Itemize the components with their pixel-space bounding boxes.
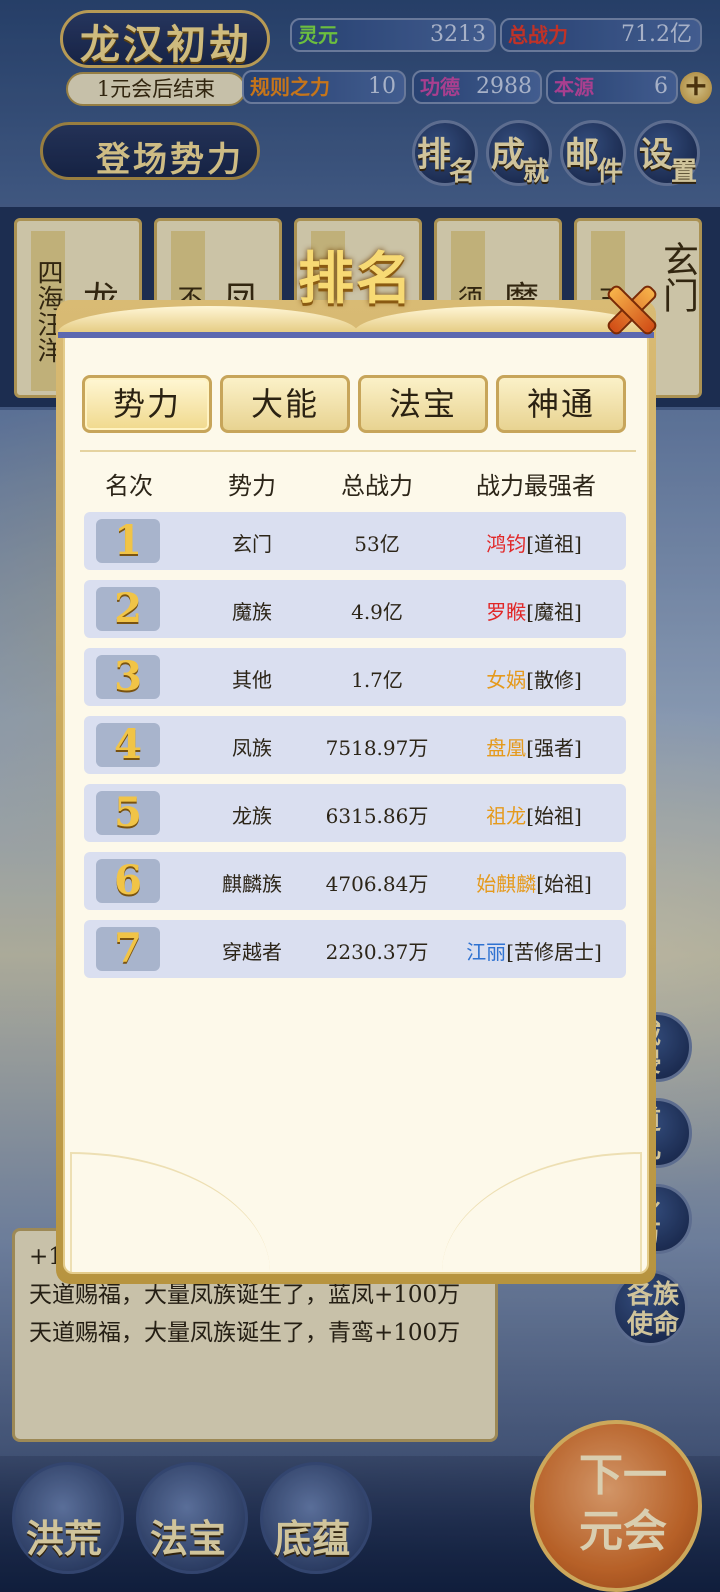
tab-faction[interactable]: 势力 bbox=[82, 375, 212, 433]
faction-power: 6315.86万 bbox=[325, 804, 429, 828]
strongest-name: 盘凰 bbox=[486, 736, 527, 760]
table-row[interactable]: 5 龙族 6315.86万 祖龙[始祖] bbox=[84, 784, 626, 842]
column-header-faction: 势力 bbox=[228, 472, 276, 500]
table-row[interactable]: 1 玄门 53亿 鸿钧[道祖] bbox=[84, 512, 626, 570]
strongest-title: [魔祖] bbox=[526, 600, 582, 624]
table-row[interactable]: 6 麒麟族 4706.84万 始麒麟[始祖] bbox=[84, 852, 626, 910]
faction-power: 53亿 bbox=[354, 532, 400, 556]
strongest-name: 江丽 bbox=[466, 940, 507, 964]
strongest-title: [始祖] bbox=[536, 872, 592, 896]
table-row[interactable]: 7 穿越者 2230.37万 江丽[苦修居士] bbox=[84, 920, 626, 978]
table-row[interactable]: 4 凤族 7518.97万 盘凰[强者] bbox=[84, 716, 626, 774]
column-header-rank: 名次 bbox=[105, 472, 153, 500]
tab-supernatural[interactable]: 神通 bbox=[496, 375, 626, 433]
strongest-name: 祖龙 bbox=[486, 804, 527, 828]
faction-name: 玄门 bbox=[232, 532, 272, 556]
column-header-strongest: 战力最强者 bbox=[476, 472, 596, 500]
rank-number: 4 bbox=[96, 723, 160, 767]
strongest-name: 罗睺 bbox=[486, 600, 527, 624]
strongest-title: [强者] bbox=[526, 736, 582, 760]
strongest-title: [道祖] bbox=[526, 532, 582, 556]
scroll-bottom-deco bbox=[70, 1112, 642, 1272]
strongest-title: [苦修居士] bbox=[506, 940, 602, 964]
strongest-member: 女娲[散修] bbox=[444, 664, 624, 693]
rank-number: 1 bbox=[96, 519, 160, 563]
tabs-divider bbox=[80, 450, 636, 452]
strongest-member: 盘凰[强者] bbox=[444, 732, 624, 761]
strongest-member: 江丽[苦修居士] bbox=[444, 936, 624, 965]
strongest-title: [散修] bbox=[526, 668, 582, 692]
strongest-name: 始麒麟 bbox=[476, 872, 537, 896]
rank-number: 3 bbox=[96, 655, 160, 699]
ranking-title: 排名 bbox=[298, 246, 414, 312]
faction-power: 4706.84万 bbox=[325, 872, 429, 896]
faction-name: 魔族 bbox=[232, 600, 272, 624]
faction-name: 凤族 bbox=[232, 736, 272, 760]
table-row[interactable]: 3 其他 1.7亿 女娲[散修] bbox=[84, 648, 626, 706]
strongest-member: 始麒麟[始祖] bbox=[444, 868, 624, 897]
faction-power: 4.9亿 bbox=[351, 600, 403, 624]
tab-treasure[interactable]: 法宝 bbox=[358, 375, 488, 433]
table-row[interactable]: 2 魔族 4.9亿 罗睺[魔祖] bbox=[84, 580, 626, 638]
strongest-member: 鸿钧[道祖] bbox=[444, 528, 624, 557]
faction-name: 穿越者 bbox=[222, 940, 282, 964]
rank-number: 7 bbox=[96, 927, 160, 971]
rank-number: 2 bbox=[96, 587, 160, 631]
rank-number: 5 bbox=[96, 791, 160, 835]
deco-curve-left bbox=[70, 1152, 270, 1272]
faction-name: 麒麟族 bbox=[222, 872, 282, 896]
strongest-member: 祖龙[始祖] bbox=[444, 800, 624, 829]
strongest-member: 罗睺[魔祖] bbox=[444, 596, 624, 625]
strongest-title: [始祖] bbox=[526, 804, 582, 828]
faction-power: 7518.97万 bbox=[325, 736, 429, 760]
faction-power: 2230.37万 bbox=[325, 940, 429, 964]
deco-curve-right bbox=[442, 1152, 642, 1272]
faction-name: 龙族 bbox=[232, 804, 272, 828]
close-icon[interactable] bbox=[602, 280, 656, 334]
column-header-power: 总战力 bbox=[341, 472, 413, 500]
strongest-name: 鸿钧 bbox=[486, 532, 527, 556]
rank-number: 6 bbox=[96, 859, 160, 903]
strongest-name: 女娲 bbox=[486, 668, 527, 692]
faction-power: 1.7亿 bbox=[351, 668, 403, 692]
faction-name: 其他 bbox=[232, 668, 272, 692]
tab-great-power[interactable]: 大能 bbox=[220, 375, 350, 433]
